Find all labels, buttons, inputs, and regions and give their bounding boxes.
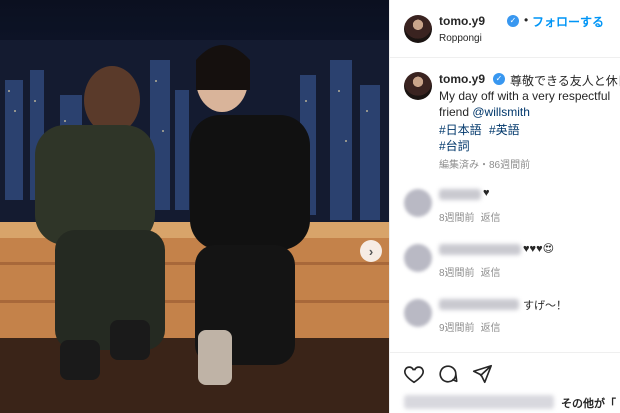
comment-text: ♥♥♥😍 [523,243,555,255]
commenter-username-blurred[interactable] [439,189,481,200]
verified-badge-icon: ✓ [507,15,519,27]
next-photo-button[interactable]: › [360,240,382,262]
caption-username[interactable]: tomo.y9 [439,72,485,86]
comment-meta: 8週間前 返信 [439,209,501,224]
hashtag-link[interactable]: #日本語 [439,121,482,138]
liker-avatars-blurred[interactable] [404,395,554,409]
commenter-username-blurred[interactable] [439,299,519,310]
post-side-panel: tomo.y9 ✓ • フォローする Roppongi tomo.y9 ✓ 尊敬… [389,0,620,413]
post-photo[interactable]: › [0,0,389,413]
reply-button[interactable]: 返信 [481,213,501,224]
comment-time: 8週間前 [439,213,475,224]
hashtag-link[interactable]: #台詞 [439,137,470,154]
post-location[interactable]: Roppongi [439,33,482,44]
verified-badge-icon: ✓ [493,73,505,85]
mention-link[interactable]: @willsmith [472,105,530,119]
caption-avatar[interactable] [404,72,432,100]
hashtag-link[interactable]: #英語 [489,121,520,138]
likes-summary: その他が「 [390,392,620,413]
commenter-avatar[interactable] [404,299,432,327]
commenter-username-blurred[interactable] [439,244,521,255]
author-avatar[interactable] [404,15,432,43]
post-actions-bar [390,352,620,392]
likes-others-link[interactable]: その他が「 [561,395,616,411]
follow-button[interactable]: フォローする [532,13,604,30]
separator-dot: • [524,13,529,27]
caption-text-prefix: friend [439,105,473,119]
photo-illustration [0,40,389,413]
comment-item: ♥♥♥😍 8週間前 返信 [390,240,620,292]
paper-plane-icon[interactable] [471,363,493,385]
caption-meta: 編集済み・86週間前 [439,160,531,171]
comment-item: すげ〜！ 9週間前 返信 [390,295,620,347]
author-username[interactable]: tomo.y9 [439,14,485,28]
caption-text-line: 尊敬できる友人と休日 [510,74,620,88]
comment-time: 8週間前 [439,268,475,279]
comment-item: ♥ 8週間前 返信 [390,185,620,237]
comment-meta: 8週間前 返信 [439,264,501,279]
comment-text: すげ〜！ [523,300,567,312]
reply-button[interactable]: 返信 [481,323,501,334]
comment-time: 9週間前 [439,323,475,334]
comment-meta: 9週間前 返信 [439,319,501,334]
caption-text-line: My day off with a very respectful [439,89,611,103]
comment-text: ♥ [483,187,490,199]
comment-icon[interactable] [437,363,459,385]
reply-button[interactable]: 返信 [481,268,501,279]
caption-text-line: friend @willsmith [439,105,530,119]
heart-icon[interactable] [403,363,425,385]
commenter-avatar[interactable] [404,189,432,217]
post-header: tomo.y9 ✓ • フォローする Roppongi [390,0,620,58]
chevron-right-icon: › [368,243,374,259]
commenter-avatar[interactable] [404,244,432,272]
